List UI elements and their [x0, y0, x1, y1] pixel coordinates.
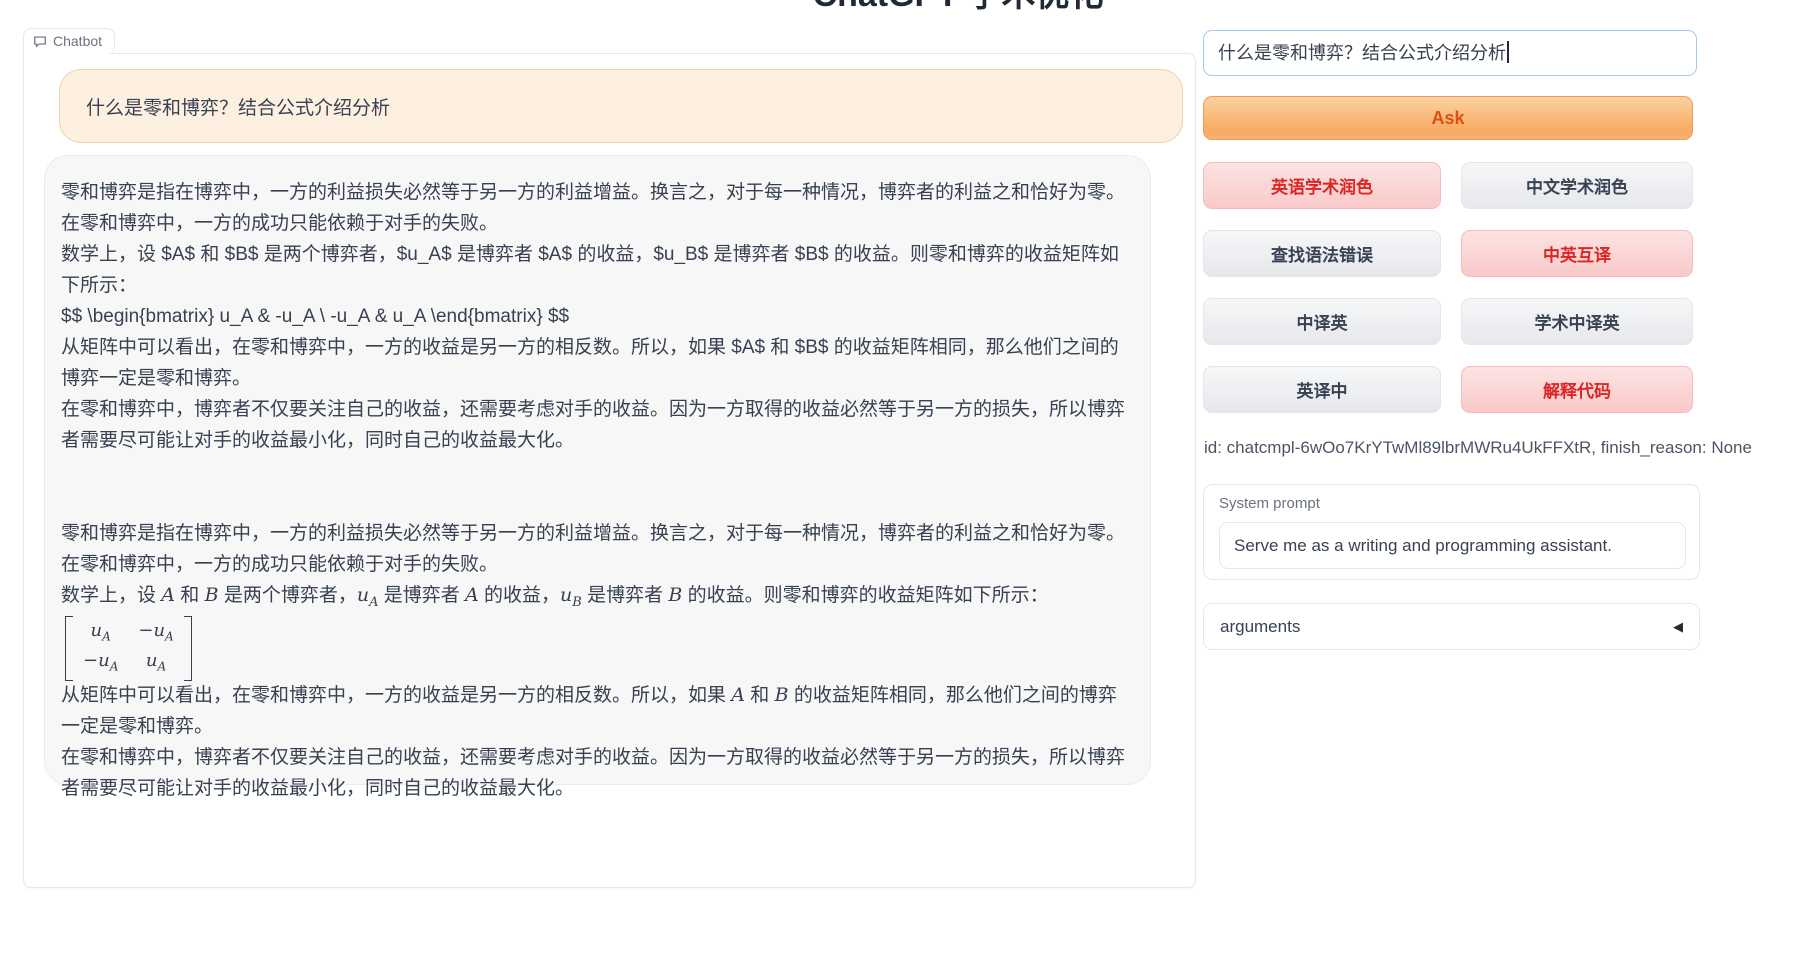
chatbot-panel: 什么是零和博弈？结合公式介绍分析 零和博弈是指在博弈中，一方的利益损失必然等于另… — [23, 53, 1196, 888]
text-run: 和 — [745, 685, 775, 706]
status-line: id: chatcmpl-6wOo7KrYTwMl89lbrMWRu4UkFFX… — [1204, 438, 1752, 458]
chat-bubble-icon — [33, 34, 47, 48]
ask-button[interactable]: Ask — [1203, 96, 1693, 140]
system-prompt-input[interactable] — [1219, 522, 1686, 569]
page-title: ChatGPT 学术优化 — [813, 0, 1104, 16]
bot-paragraph: $$ \begin{bmatrix} u_A & -u_A \ -u_A & u… — [61, 301, 1134, 332]
question-input[interactable]: 什么是零和博弈？结合公式介绍分析 — [1203, 30, 1697, 76]
text-run: 是两个博弈者， — [219, 585, 357, 606]
system-prompt-label: System prompt — [1219, 495, 1320, 512]
matrix-cell: −uA — [83, 649, 118, 679]
function-button[interactable]: 中译英 — [1203, 298, 1441, 345]
bot-paragraph: 从矩阵中可以看出，在零和博弈中，一方的收益是另一方的相反数。所以，如果 A 和 … — [61, 680, 1134, 742]
math-inline: uB — [560, 584, 582, 606]
matrix-cell: uA — [138, 649, 173, 679]
matrix-left-bracket-icon — [65, 616, 73, 681]
bot-message-part2: 零和博弈是指在博弈中，一方的利益损失必然等于另一方的利益增益。换言之，对于每一种… — [61, 518, 1134, 804]
function-button[interactable]: 英译中 — [1203, 366, 1441, 413]
text-run: 是博弈者 — [378, 585, 465, 606]
function-button[interactable]: 解释代码 — [1461, 366, 1693, 413]
text-run: 的收益， — [479, 585, 560, 606]
bot-message-part1: 零和博弈是指在博弈中，一方的利益损失必然等于另一方的利益增益。换言之，对于每一种… — [61, 177, 1134, 456]
text-run: 从矩阵中可以看出，在零和博弈中，一方的收益是另一方的相反数。所以，如果 — [61, 685, 731, 706]
bot-paragraph: 在零和博弈中，博弈者不仅要关注自己的收益，还需要考虑对手的收益。因为一方取得的收… — [61, 394, 1134, 456]
math-inline: B — [668, 584, 682, 606]
bot-paragraph: 零和博弈是指在博弈中，一方的利益损失必然等于另一方的利益增益。换言之，对于每一种… — [61, 518, 1134, 580]
matrix-cell: −uA — [138, 619, 173, 649]
user-message-bubble: 什么是零和博弈？结合公式介绍分析 — [59, 69, 1183, 143]
arguments-accordion-label: arguments — [1220, 617, 1673, 637]
text-run: 的收益。则零和博弈的收益矩阵如下所示： — [682, 585, 1048, 606]
collapse-triangle-icon: ◀ — [1673, 619, 1683, 635]
bot-paragraph: 数学上，设 A 和 B 是两个博弈者，uA 是博弈者 A 的收益，uB 是博弈者… — [61, 580, 1134, 618]
matrix-right-bracket-icon — [184, 616, 192, 681]
math-inline: A — [731, 684, 745, 706]
arguments-accordion[interactable]: arguments ◀ — [1203, 603, 1700, 650]
math-inline: B — [775, 684, 789, 706]
function-button[interactable]: 中英互译 — [1461, 230, 1693, 277]
function-button[interactable]: 英语学术润色 — [1203, 162, 1441, 209]
app-root: ChatGPT 学术优化 Chatbot 什么是零和博弈？结合公式介绍分析 零和… — [0, 0, 1814, 961]
math-inline: A — [161, 584, 175, 606]
matrix-cell: uA — [83, 619, 118, 649]
bot-paragraph: 数学上，设 $A$ 和 $B$ 是两个博弈者，$u_A$ 是博弈者 $A$ 的收… — [61, 239, 1134, 301]
math-inline: A — [465, 584, 479, 606]
bot-paragraph: 从矩阵中可以看出，在零和博弈中，一方的收益是另一方的相反数。所以，如果 $A$ … — [61, 332, 1134, 394]
function-button[interactable]: 中文学术润色 — [1461, 162, 1693, 209]
text-run: 是博弈者 — [582, 585, 669, 606]
chatbot-label-tab: Chatbot — [23, 28, 115, 54]
function-button[interactable]: 查找语法错误 — [1203, 230, 1441, 277]
text-caret — [1507, 41, 1509, 63]
text-run: 和 — [175, 585, 205, 606]
math-inline: uA — [357, 584, 379, 606]
composer-column: 什么是零和博弈？结合公式介绍分析 Ask 英语学术润色中文学术润色查找语法错误中… — [1203, 0, 1697, 961]
function-button[interactable]: 学术中译英 — [1461, 298, 1693, 345]
bot-paragraph: 在零和博弈中，博弈者不仅要关注自己的收益，还需要考虑对手的收益。因为一方取得的收… — [61, 742, 1134, 804]
text-run: 数学上，设 — [61, 585, 161, 606]
user-message-text: 什么是零和博弈？结合公式介绍分析 — [86, 93, 390, 120]
system-prompt-group: System prompt — [1203, 484, 1700, 580]
math-formula-matrix: uA−uA−uAuA — [61, 618, 1134, 680]
chatbot-label: Chatbot — [53, 33, 102, 49]
math-inline: B — [205, 584, 219, 606]
matrix-cells: uA−uA−uAuA — [73, 616, 184, 681]
bot-paragraph: 零和博弈是指在博弈中，一方的利益损失必然等于另一方的利益增益。换言之，对于每一种… — [61, 177, 1134, 239]
bot-message-bubble: 零和博弈是指在博弈中，一方的利益损失必然等于另一方的利益增益。换言之，对于每一种… — [44, 155, 1151, 785]
question-input-value: 什么是零和博弈？结合公式介绍分析 — [1218, 43, 1506, 63]
